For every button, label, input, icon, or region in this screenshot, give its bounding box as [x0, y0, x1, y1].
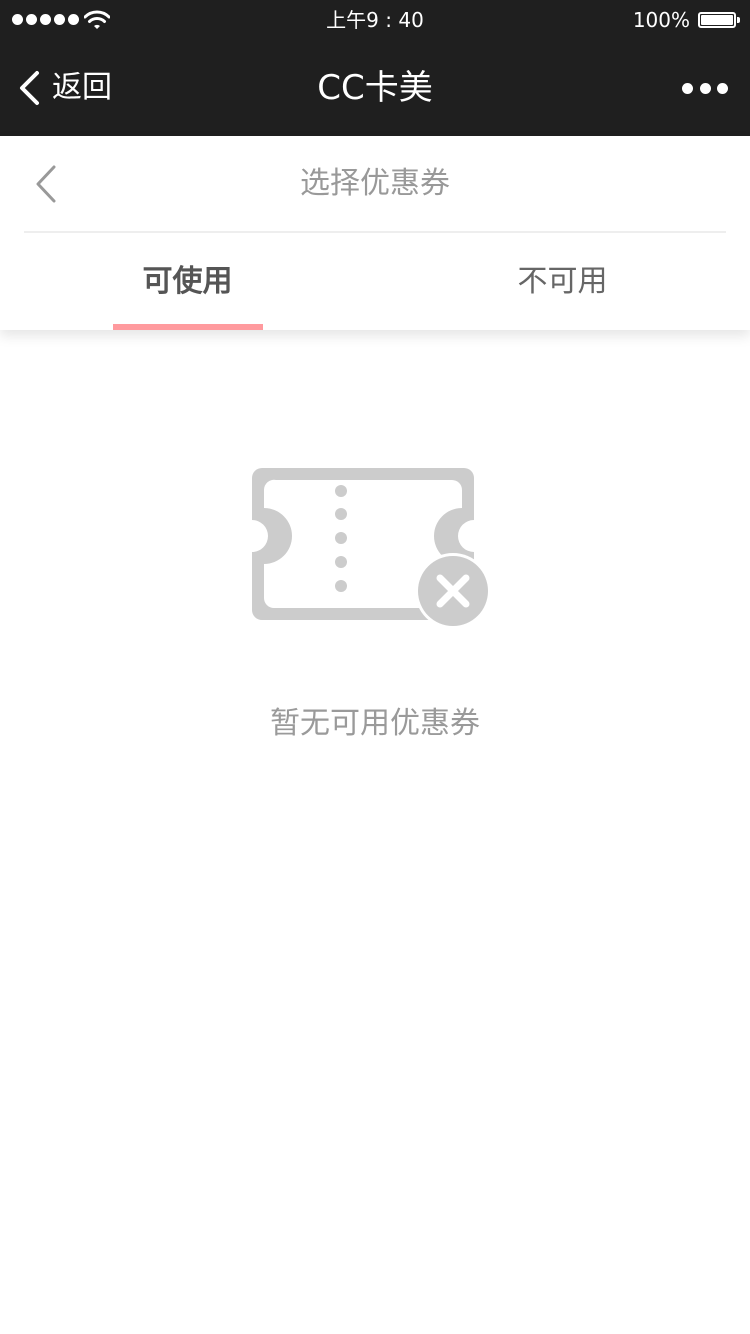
more-dots-icon[interactable]: [682, 78, 728, 98]
nav-title: CC卡美: [317, 68, 433, 108]
page-header: 选择优惠券 可使用 不可用: [0, 136, 750, 330]
status-bar: 上午9 : 40 100%: [0, 0, 750, 40]
tab-unavailable[interactable]: 不可用: [375, 233, 750, 330]
sub-header: 选择优惠券: [24, 136, 726, 233]
tab-bar: 可使用 不可用: [0, 233, 750, 330]
chevron-left-icon: [20, 71, 39, 105]
page-title: 选择优惠券: [300, 166, 450, 201]
coupon-unavailable-icon: [252, 468, 491, 628]
empty-state-message: 暂无可用优惠券: [270, 706, 480, 741]
active-tab-indicator: [113, 324, 263, 330]
nav-back-button[interactable]: 返回: [18, 66, 112, 110]
nav-back-label: 返回: [52, 70, 112, 105]
coupon-list-area: 暂无可用优惠券: [0, 330, 750, 1334]
battery-icon: [698, 12, 740, 28]
nav-bar: 返回 CC卡美: [0, 40, 750, 136]
battery-percentage: 100%: [632, 8, 690, 32]
app-top-bar: 上午9 : 40 100% 返回 CC卡美: [0, 0, 750, 136]
tab-available[interactable]: 可使用: [0, 233, 375, 330]
